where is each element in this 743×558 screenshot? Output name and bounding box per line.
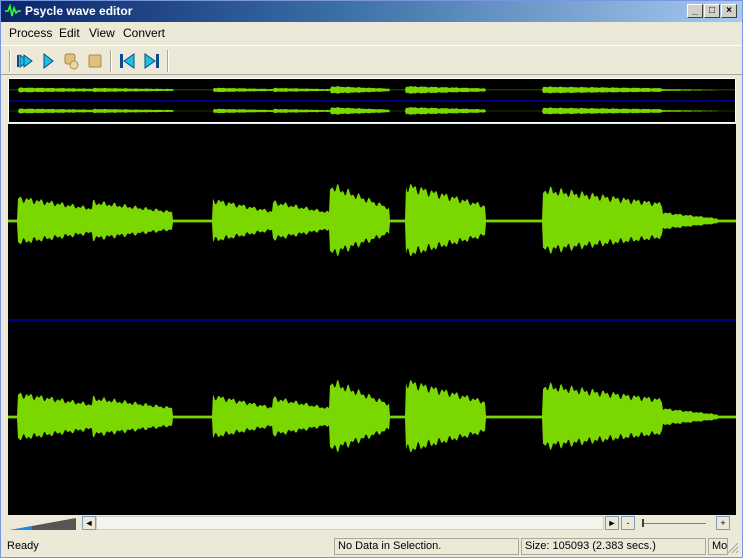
status-ready: Ready bbox=[7, 540, 39, 552]
overview-waveform bbox=[9, 86, 735, 115]
scroll-left-button[interactable]: ◄ bbox=[82, 516, 96, 530]
right-channel-wave bbox=[8, 379, 736, 453]
zoom-slider[interactable] bbox=[636, 516, 714, 530]
menu-bar: Process Edit View Convert bbox=[1, 23, 742, 42]
plus-icon: + bbox=[720, 518, 726, 528]
menu-view[interactable]: View bbox=[89, 26, 115, 40]
arrow-left-icon: ◄ bbox=[84, 518, 94, 528]
status-mode: Mo bbox=[708, 538, 728, 555]
resize-grip-icon[interactable] bbox=[727, 542, 739, 554]
play-icon[interactable] bbox=[38, 51, 58, 71]
wave-editor-window: Psycle wave editor _ □ × Process Edit Vi… bbox=[0, 0, 743, 558]
volume-meter-icon[interactable] bbox=[10, 518, 76, 530]
overview-wave-shape bbox=[9, 86, 735, 115]
scroll-right-button[interactable]: ► bbox=[605, 516, 619, 530]
maximize-icon: □ bbox=[708, 5, 716, 16]
horizontal-scrollbar-track[interactable] bbox=[96, 516, 604, 530]
waveform-app-icon bbox=[5, 4, 21, 17]
stop-icon[interactable] bbox=[85, 51, 105, 71]
minimize-button[interactable]: _ bbox=[687, 4, 703, 18]
close-icon: × bbox=[726, 5, 732, 16]
left-channel-wave bbox=[8, 183, 736, 257]
minimize-icon: _ bbox=[692, 5, 698, 16]
status-bar: Ready No Data in Selection. Size: 105093… bbox=[1, 536, 742, 557]
toolbar-separator bbox=[9, 50, 11, 72]
menu-edit[interactable]: Edit bbox=[59, 26, 80, 40]
skip-forward-icon[interactable] bbox=[142, 51, 162, 71]
zoom-in-button[interactable]: + bbox=[716, 516, 730, 530]
waveform-display[interactable] bbox=[8, 124, 736, 515]
play-from-start-icon[interactable] bbox=[14, 51, 34, 71]
skip-back-icon[interactable] bbox=[117, 51, 137, 71]
zoom-slider-thumb[interactable] bbox=[642, 519, 644, 527]
arrow-right-icon: ► bbox=[607, 518, 617, 528]
waveform-overview[interactable] bbox=[8, 78, 736, 123]
window-title: Psycle wave editor bbox=[25, 4, 133, 18]
bottom-control-bar: ◄ ► - + bbox=[8, 516, 736, 532]
toolbar-separator bbox=[167, 50, 169, 72]
toolbar-separator bbox=[110, 50, 112, 72]
maximize-button[interactable]: □ bbox=[704, 4, 720, 18]
status-size: Size: 105093 (2.383 secs.) bbox=[521, 538, 706, 555]
loop-icon[interactable] bbox=[61, 51, 81, 71]
title-bar: Psycle wave editor _ □ × bbox=[1, 1, 742, 22]
close-button[interactable]: × bbox=[721, 4, 737, 18]
menu-process[interactable]: Process bbox=[9, 26, 52, 40]
main-waveform bbox=[8, 183, 736, 453]
status-selection: No Data in Selection. bbox=[334, 538, 519, 555]
zoom-slider-track bbox=[642, 523, 706, 524]
menu-convert[interactable]: Convert bbox=[123, 26, 165, 40]
toolbar bbox=[1, 45, 742, 75]
minus-icon: - bbox=[626, 518, 630, 528]
zoom-out-button[interactable]: - bbox=[621, 516, 635, 530]
